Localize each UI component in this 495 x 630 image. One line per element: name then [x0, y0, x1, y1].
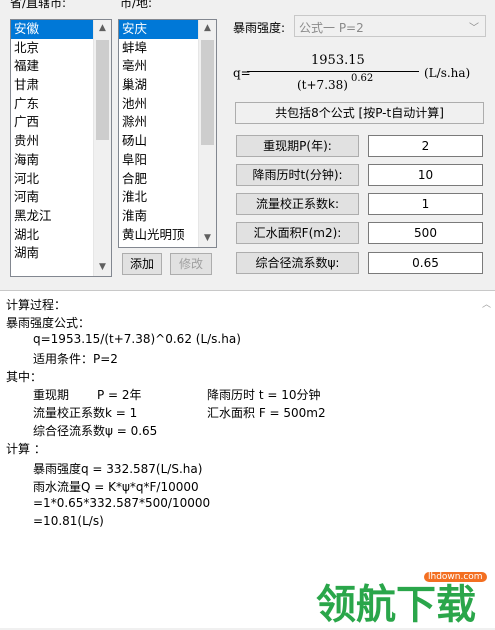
scroll-up-icon[interactable]: ▲: [94, 20, 111, 37]
scroll-thumb[interactable]: [96, 40, 109, 140]
add-button[interactable]: 添加: [122, 253, 162, 275]
output-line: 适用条件：P=2: [33, 352, 118, 366]
formula-select-value: 公式一 P=2: [299, 21, 364, 35]
scroll-down-icon[interactable]: ▼: [199, 230, 216, 247]
param-value-input[interactable]: 10: [368, 164, 483, 186]
output-line: 暴雨强度公式：: [6, 316, 91, 330]
output-line: 降雨历时 t = 10分钟: [207, 388, 321, 402]
output-line: 汇水面积 F = 500m2: [207, 406, 326, 420]
output-line: 雨水流量Q = K*ψ*q*F/10000: [33, 480, 199, 494]
province-listbox[interactable]: 安徽 北京 福建 甘肃 广东 广西 贵州 海南 河北 河南 黑龙江 湖北 湖南 ▲ ▼: [10, 19, 112, 277]
param-value-input[interactable]: 500: [368, 222, 483, 244]
param-label-button[interactable]: 汇水面积F(m2):: [236, 222, 359, 244]
param-label-button[interactable]: 降雨历时t(分钟):: [236, 164, 359, 186]
province-scrollbar[interactable]: ▲ ▼: [93, 20, 111, 276]
auto-calc-button[interactable]: 共包括8个公式 [按P-t自动计算]: [235, 102, 484, 124]
watermark-site: lhdown.com: [424, 572, 487, 582]
output-line: =1*0.65*332.587*500/10000: [33, 496, 211, 510]
scroll-down-icon[interactable]: ▼: [94, 259, 111, 276]
city-scrollbar[interactable]: ▲ ▼: [198, 20, 216, 247]
param-label-button[interactable]: 综合径流系数ψ:: [236, 252, 359, 274]
rain-intensity-label: 暴雨强度:: [233, 21, 286, 35]
output-line: =10.81(L/s): [33, 514, 104, 528]
city-label: 市/地:: [120, 0, 153, 10]
output-line: 流量校正系数k = 1: [33, 406, 138, 420]
formula-numerator: 1953.15: [311, 53, 365, 68]
scroll-up-icon[interactable]: ▲: [199, 20, 216, 37]
scroll-thumb[interactable]: [201, 40, 214, 145]
output-line: 其中：: [6, 370, 43, 384]
output-line: 暴雨强度q = 332.587(L/S.ha): [33, 462, 203, 476]
formula-exponent: 0.62: [351, 73, 374, 84]
formula-denominator: (t+7.38): [297, 78, 348, 92]
chevron-down-icon: ﹀: [469, 23, 479, 34]
output-line: 重现期: [33, 388, 70, 402]
scroll-up-icon[interactable]: ︿: [482, 297, 491, 310]
output-line: 计算过程：: [6, 298, 67, 312]
param-label-button[interactable]: 流量校正系数k:: [236, 193, 359, 215]
output-line: 计算 ：: [6, 442, 46, 456]
formula-unit: (L/s.ha): [424, 66, 471, 80]
output-line: q=1953.15/(t+7.38)^0.62 (L/s.ha): [33, 332, 241, 346]
formula-q: q=: [233, 66, 251, 80]
param-value-input[interactable]: 1: [368, 193, 483, 215]
output-line: P = 2年: [97, 388, 142, 402]
province-label: 省/直辖市:: [10, 0, 67, 10]
param-value-input[interactable]: 2: [368, 135, 483, 157]
fraction-line: [247, 71, 419, 72]
output-line: 综合径流系数ψ = 0.65: [33, 424, 158, 438]
edit-button[interactable]: 修改: [170, 253, 212, 275]
param-value-input[interactable]: 0.65: [368, 252, 483, 274]
param-label-button[interactable]: 重现期P(年):: [236, 135, 359, 157]
formula-select[interactable]: 公式一 P=2 ﹀: [294, 15, 486, 37]
city-listbox[interactable]: 安庆 蚌埠 亳州 巢湖 池州 滁州 砀山 阜阳 合肥 淮北 淮南 黄山光明顶 ▲ ▼: [118, 19, 217, 248]
